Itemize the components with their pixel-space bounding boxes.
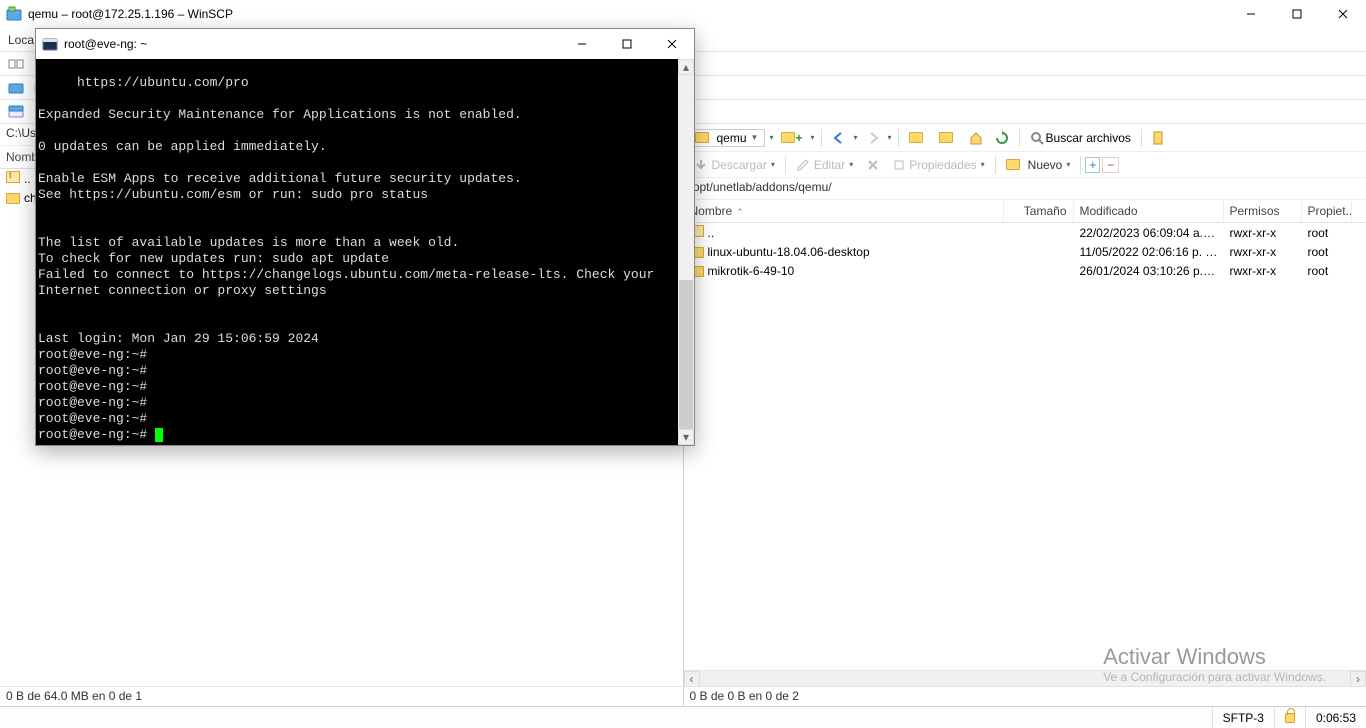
terminal[interactable]: https://ubuntu.com/pro Expanded Security… (36, 59, 678, 445)
chevron-down-icon[interactable]: ▾ (888, 133, 892, 142)
col-size[interactable]: Tamaño (1004, 200, 1074, 222)
terminal-wrap: https://ubuntu.com/pro Expanded Security… (36, 59, 694, 445)
table-row[interactable]: mikrotik-6-49-1026/01/2024 03:10:26 p. m… (684, 261, 1366, 280)
window-controls (1228, 0, 1366, 28)
find-button[interactable]: Buscar archivos (1026, 129, 1135, 147)
scroll-thumb[interactable] (679, 280, 693, 429)
remote-hscroll[interactable]: ‹ › (684, 670, 1366, 686)
drive-icon[interactable] (4, 103, 28, 121)
status-proto: SFTP-3 (1212, 707, 1274, 728)
col-permissions[interactable]: Permisos (1224, 200, 1302, 222)
folder-icon (6, 193, 20, 204)
table-row[interactable]: ..22/02/2023 06:09:04 a. m.rwxr-xr-xroot (684, 223, 1366, 242)
remote-grid[interactable]: Nombre⌃ Tamaño Modificado Permisos Propi… (684, 200, 1366, 670)
plus-button[interactable]: + (1085, 157, 1100, 173)
local-label: Loca (4, 31, 38, 49)
folder-icon (695, 132, 709, 143)
minus-button[interactable]: − (1102, 157, 1119, 173)
remote-nav: qemu ▼ ▾ + ▾ ▾ ▾ Buscar archiv (684, 124, 1366, 152)
home-button[interactable] (965, 129, 987, 147)
new-label: Nuevo (1028, 158, 1063, 172)
cursor (155, 428, 163, 442)
remote-actions: Descargar ▾ Editar ▾ Propiedades ▾ (684, 152, 1366, 178)
new-folder-button[interactable]: + (777, 129, 806, 147)
remote-folder-combo[interactable]: qemu ▼ (688, 129, 766, 147)
refresh-button[interactable] (991, 129, 1013, 147)
putty-icon (42, 36, 58, 52)
bookmark-button[interactable] (1148, 129, 1168, 147)
table-row[interactable]: linux-ubuntu-18.04.06-desktop11/05/2022 … (684, 242, 1366, 261)
session-icon[interactable] (4, 79, 28, 97)
lock-icon (1285, 713, 1295, 723)
edit-button[interactable]: Editar ▾ (790, 156, 859, 174)
putty-window[interactable]: root@eve-ng: ~ https://ubuntu.com/pro Ex… (35, 28, 695, 446)
find-label: Buscar archivos (1046, 131, 1131, 145)
putty-titlebar[interactable]: root@eve-ng: ~ (36, 29, 694, 59)
sync-icon[interactable] (4, 54, 28, 74)
dir-up-button[interactable] (905, 130, 931, 145)
scroll-right-icon[interactable]: › (1350, 671, 1366, 687)
delete-button[interactable] (861, 157, 885, 173)
status-lock (1274, 707, 1305, 728)
remote-folder-name: qemu (717, 131, 747, 145)
putty-controls (559, 29, 694, 59)
parent-dir-icon (6, 171, 20, 183)
forward-button[interactable] (862, 130, 884, 146)
putty-title: root@eve-ng: ~ (64, 37, 559, 51)
putty-minimize-button[interactable] (559, 29, 604, 59)
dir-root-button[interactable] (935, 130, 961, 145)
putty-maximize-button[interactable] (604, 29, 649, 59)
edit-label: Editar (814, 158, 845, 172)
scroll-left-icon[interactable]: ‹ (684, 671, 700, 687)
col-modified[interactable]: Modificado (1074, 200, 1224, 222)
scroll-down-icon[interactable]: ▾ (678, 429, 694, 445)
new-button[interactable]: Nuevo ▾ (1000, 156, 1077, 174)
remote-path: /opt/unetlab/addons/qemu/ (684, 178, 1366, 200)
dropdown-icon[interactable]: ▾ (769, 133, 773, 142)
scroll-up-icon[interactable]: ▴ (678, 59, 694, 75)
chevron-down-icon[interactable]: ▾ (810, 133, 814, 142)
remote-grid-header: Nombre⌃ Tamaño Modificado Permisos Propi… (684, 200, 1366, 223)
scroll-track[interactable] (678, 75, 694, 429)
folder-icon (1006, 159, 1020, 170)
status-time: 0:06:53 (1305, 707, 1366, 728)
chevron-down-icon: ▼ (751, 133, 759, 142)
local-status: 0 B de 64.0 MB en 0 de 1 (0, 686, 683, 706)
minimize-button[interactable] (1228, 0, 1274, 28)
sort-asc-icon: ⌃ (736, 207, 744, 217)
maximize-button[interactable] (1274, 0, 1320, 28)
download-button[interactable]: Descargar ▾ (688, 156, 781, 174)
window-title: qemu – root@172.25.1.196 – WinSCP (28, 7, 1228, 21)
col-name[interactable]: Nombre⌃ (684, 200, 1004, 222)
remote-pane: qemu ▼ ▾ + ▾ ▾ ▾ Buscar archiv (684, 124, 1366, 706)
app-icon (6, 6, 22, 22)
titlebar: qemu – root@172.25.1.196 – WinSCP (0, 0, 1366, 28)
chevron-down-icon[interactable]: ▾ (854, 133, 858, 142)
col-owner[interactable]: Propiet... (1302, 200, 1352, 222)
remote-status: 0 B de 0 B en 0 de 2 (684, 686, 1366, 706)
close-button[interactable] (1320, 0, 1366, 28)
properties-button[interactable]: Propiedades ▾ (887, 156, 990, 174)
terminal-scrollbar[interactable]: ▴ ▾ (678, 59, 694, 445)
putty-close-button[interactable] (649, 29, 694, 59)
props-label: Propiedades (909, 158, 976, 172)
back-button[interactable] (828, 130, 850, 146)
download-label: Descargar (712, 158, 767, 172)
statusbar: SFTP-3 0:06:53 (0, 706, 1366, 728)
